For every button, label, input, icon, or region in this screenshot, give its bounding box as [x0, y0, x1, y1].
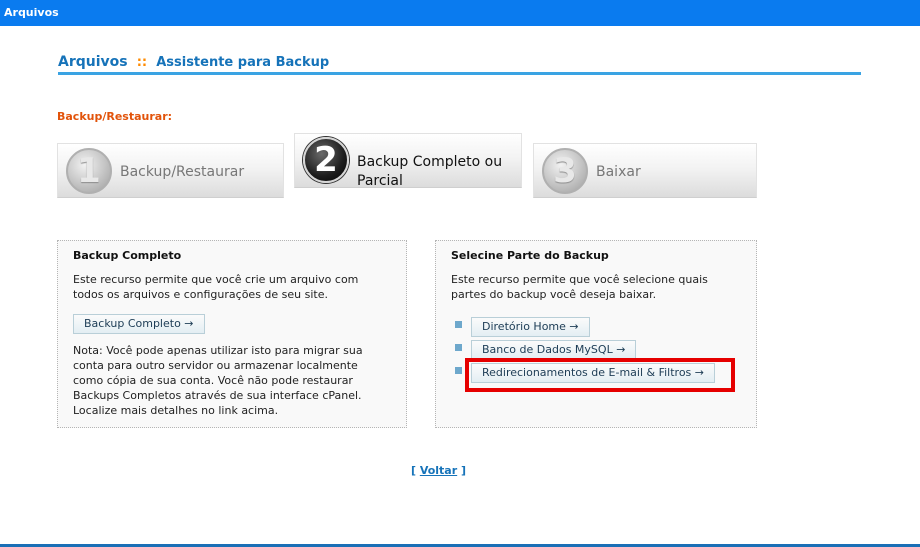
- step-3-number-icon: 3: [542, 148, 588, 194]
- breadcrumb-separator: ::: [136, 55, 148, 70]
- window-title: Arquivos: [4, 6, 59, 19]
- bullet-icon: [455, 321, 462, 328]
- step-1-backup-restaurar[interactable]: 1 Backup/Restaurar: [57, 143, 284, 198]
- step-2-label: Backup Completo ou Parcial: [357, 154, 503, 189]
- home-directory-button[interactable]: Diretório Home →: [471, 317, 590, 337]
- full-backup-note: Nota: Você pode apenas utilizar isto par…: [73, 344, 363, 417]
- partial-backup-description: Este recurso permite que você selecione …: [451, 273, 708, 301]
- step-3-baixar[interactable]: 3 Baixar: [533, 143, 757, 198]
- breadcrumb-main[interactable]: Arquivos: [58, 54, 128, 70]
- bullet-icon: [455, 367, 462, 374]
- page-header: Arquivos :: Assistente para Backup: [58, 51, 861, 75]
- step-3-label: Baixar: [596, 164, 641, 180]
- breadcrumb-current: Assistente para Backup: [156, 55, 330, 70]
- full-backup-button[interactable]: Backup Completo →: [73, 314, 205, 334]
- bullet-icon: [455, 344, 462, 351]
- section-label: Backup/Restaurar:: [57, 110, 173, 123]
- step-1-number-icon: 1: [66, 148, 112, 194]
- step-1-label: Backup/Restaurar: [120, 164, 245, 180]
- back-link[interactable]: Voltar: [420, 464, 457, 477]
- full-backup-description: Este recurso permite que você crie um ar…: [73, 273, 359, 301]
- window-title-bar: Arquivos: [0, 0, 920, 26]
- step-2-backup-completo-parcial[interactable]: 2 Backup Completo ou Parcial: [294, 133, 522, 189]
- partial-backup-title: Selecine Parte do Backup: [451, 249, 609, 262]
- partial-backup-panel: Selecine Parte do Backup Este recurso pe…: [435, 240, 757, 428]
- full-backup-title: Backup Completo: [73, 249, 182, 262]
- highlight-annotation: [465, 358, 735, 392]
- mysql-database-button[interactable]: Banco de Dados MySQL →: [471, 340, 637, 360]
- full-backup-panel: Backup Completo Este recurso permite que…: [57, 240, 407, 428]
- list-item-home-directory: Diretório Home →: [451, 315, 741, 338]
- back-link-container: [ Voltar ]: [410, 464, 467, 477]
- step-2-number-icon: 2: [303, 137, 349, 183]
